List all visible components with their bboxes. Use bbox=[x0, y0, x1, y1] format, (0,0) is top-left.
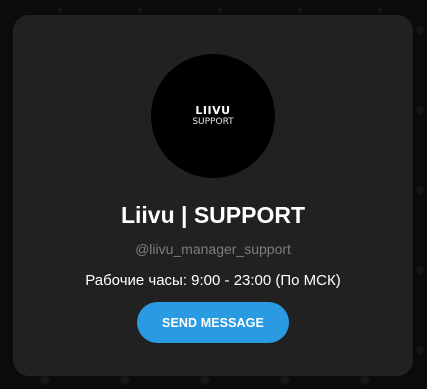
send-message-button[interactable]: SEND MESSAGE bbox=[137, 302, 289, 343]
logo-name: LIIVU bbox=[195, 104, 231, 117]
profile-description: Рабочие часы: 9:00 - 23:00 (По МСК) bbox=[85, 272, 341, 289]
avatar: LIIVU SUPPORT bbox=[151, 54, 275, 178]
profile-title: Liivu | SUPPORT bbox=[120, 202, 306, 228]
logo-subtitle: SUPPORT bbox=[192, 117, 234, 127]
profile-card: LIIVU SUPPORT Liivu | SUPPORT @liivu_man… bbox=[13, 15, 413, 376]
profile-username: @liivu_manager_support bbox=[135, 241, 291, 257]
